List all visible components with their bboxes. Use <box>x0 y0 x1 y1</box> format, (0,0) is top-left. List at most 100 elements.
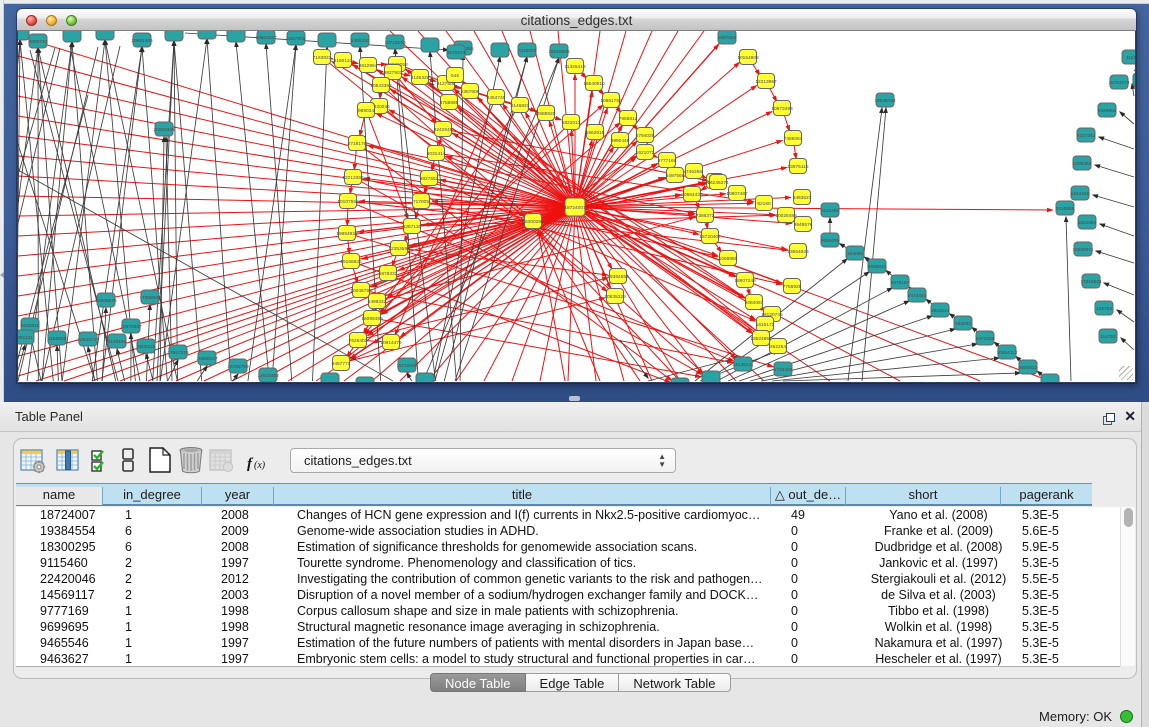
svg-text:10958107: 10958107 <box>196 356 218 362</box>
svg-text:8756685: 8756685 <box>440 100 459 106</box>
svg-text:1562615: 1562615 <box>586 130 605 136</box>
svg-text:10543362: 10543362 <box>370 83 392 89</box>
svg-text:252254: 252254 <box>770 344 786 350</box>
svg-text:13654923: 13654923 <box>787 249 809 255</box>
svg-text:8471626: 8471626 <box>976 336 995 342</box>
svg-text:15692971: 15692971 <box>1072 247 1094 253</box>
svg-text:9827502: 9827502 <box>384 70 403 76</box>
svg-text:1156829: 1156829 <box>48 336 67 342</box>
svg-text:6794028: 6794028 <box>636 133 655 139</box>
svg-text:2505115: 2505115 <box>137 344 156 350</box>
svg-text:2588520: 2588520 <box>537 111 556 117</box>
svg-text:10961758: 10961758 <box>600 98 622 104</box>
svg-text:13524851: 13524851 <box>750 336 772 342</box>
svg-text:12353594: 12353594 <box>388 246 410 252</box>
svg-text:7515525: 7515525 <box>518 48 537 54</box>
svg-text:2687682: 2687682 <box>718 35 737 41</box>
svg-text:20691406: 20691406 <box>131 38 153 44</box>
svg-text:9242848: 9242848 <box>434 127 453 133</box>
svg-text:8267130: 8267130 <box>403 224 422 230</box>
svg-text:9463627: 9463627 <box>793 195 812 201</box>
svg-text:10719155: 10719155 <box>384 40 406 46</box>
svg-text:9146821: 9146821 <box>511 103 530 109</box>
svg-text:8912954: 8912954 <box>359 63 378 69</box>
svg-text:989034: 989034 <box>358 108 374 114</box>
svg-text:7955812: 7955812 <box>619 116 638 122</box>
svg-text:12942737: 12942737 <box>77 337 99 343</box>
svg-text:10046786: 10046786 <box>350 288 372 294</box>
svg-text:1209382: 1209382 <box>1073 161 1092 167</box>
svg-text:19384554: 19384554 <box>607 274 629 280</box>
svg-text:18807249: 18807249 <box>734 278 756 284</box>
svg-text:9329966: 9329966 <box>1098 108 1117 114</box>
svg-text:717005: 717005 <box>413 199 429 205</box>
svg-text:2933114: 2933114 <box>931 308 950 314</box>
svg-text:7625402: 7625402 <box>349 338 368 344</box>
svg-text:1527602: 1527602 <box>287 36 306 42</box>
svg-text:391131: 391131 <box>18 335 33 341</box>
svg-text:763262: 763262 <box>955 321 971 327</box>
svg-text:3215958: 3215958 <box>1056 206 1075 212</box>
svg-text:5822013: 5822013 <box>562 120 581 126</box>
svg-text:10835329: 10835329 <box>604 294 626 300</box>
svg-text:8938923: 8938923 <box>868 264 887 270</box>
svg-text:3572274: 3572274 <box>447 50 466 56</box>
svg-text:7386372: 7386372 <box>696 213 715 219</box>
svg-text:114753: 114753 <box>1100 334 1116 340</box>
svg-text:9084067: 9084067 <box>745 300 764 306</box>
svg-text:2367608: 2367608 <box>461 89 480 95</box>
svg-text:10154808: 10154808 <box>737 55 759 61</box>
svg-text:(x): (x) <box>254 460 266 471</box>
svg-text:9777169: 9777169 <box>658 158 677 164</box>
svg-text:16099489: 16099489 <box>361 316 383 322</box>
svg-text:10654112: 10654112 <box>997 350 1018 356</box>
svg-text:6497568: 6497568 <box>666 173 685 179</box>
svg-text:746266: 746266 <box>686 169 702 175</box>
svg-text:14136141: 14136141 <box>732 362 754 368</box>
svg-text:8160123: 8160123 <box>334 58 353 64</box>
svg-text:126753: 126753 <box>1096 306 1112 312</box>
svg-text:19166825: 19166825 <box>340 259 362 265</box>
svg-text:6479197: 6479197 <box>891 280 910 286</box>
svg-text:15720407: 15720407 <box>699 234 721 240</box>
svg-text:9245012: 9245012 <box>1019 365 1038 371</box>
svg-text:1733426: 1733426 <box>774 367 793 373</box>
svg-text:1068860: 1068860 <box>719 256 738 262</box>
svg-text:18724007: 18724007 <box>564 205 586 211</box>
svg-text:16782759: 16782759 <box>227 364 249 370</box>
svg-text:164095: 164095 <box>847 251 863 257</box>
svg-text:8146328: 8146328 <box>411 75 430 81</box>
svg-text:15751074: 15751074 <box>1108 80 1130 86</box>
svg-text:11325419: 11325419 <box>565 64 586 70</box>
svg-text:10107552: 10107552 <box>337 199 359 205</box>
svg-text:9827552: 9827552 <box>420 176 439 182</box>
svg-text:13975115: 13975115 <box>788 164 809 170</box>
svg-text:1244415: 1244415 <box>1071 191 1090 197</box>
svg-text:2718176: 2718176 <box>348 141 367 147</box>
svg-text:9115460: 9115460 <box>821 208 840 214</box>
svg-text:20053346: 20053346 <box>153 127 175 133</box>
svg-text:1615172: 1615172 <box>756 322 775 328</box>
svg-text:6466160: 6466160 <box>351 38 370 44</box>
svg-text:9227342: 9227342 <box>1077 133 1096 139</box>
svg-text:4055724: 4055724 <box>29 39 48 45</box>
svg-text:10975887: 10975887 <box>120 324 142 330</box>
svg-text:10914479: 10914479 <box>380 340 402 346</box>
svg-text:7485063: 7485063 <box>784 136 803 142</box>
svg-text:20206576: 20206576 <box>95 298 117 304</box>
svg-text:17359938: 17359938 <box>139 295 161 301</box>
svg-text:10025488: 10025488 <box>775 213 797 219</box>
svg-text:10553267: 10553267 <box>255 35 277 41</box>
svg-text:62160: 62160 <box>757 201 771 207</box>
svg-text:18300295: 18300295 <box>522 219 544 225</box>
svg-text:546: 546 <box>451 73 459 79</box>
svg-text:f: f <box>247 456 254 472</box>
svg-text:19218506: 19218506 <box>548 49 570 55</box>
svg-text:8454749: 8454749 <box>487 95 506 101</box>
svg-text:12923463: 12923463 <box>257 373 279 379</box>
svg-text:7756928: 7756928 <box>783 284 802 290</box>
svg-text:20564436: 20564436 <box>681 192 703 198</box>
svg-text:8990448: 8990448 <box>611 138 630 144</box>
svg-text:17016504: 17016504 <box>1080 279 1102 285</box>
svg-text:9699695: 9699695 <box>821 238 840 244</box>
